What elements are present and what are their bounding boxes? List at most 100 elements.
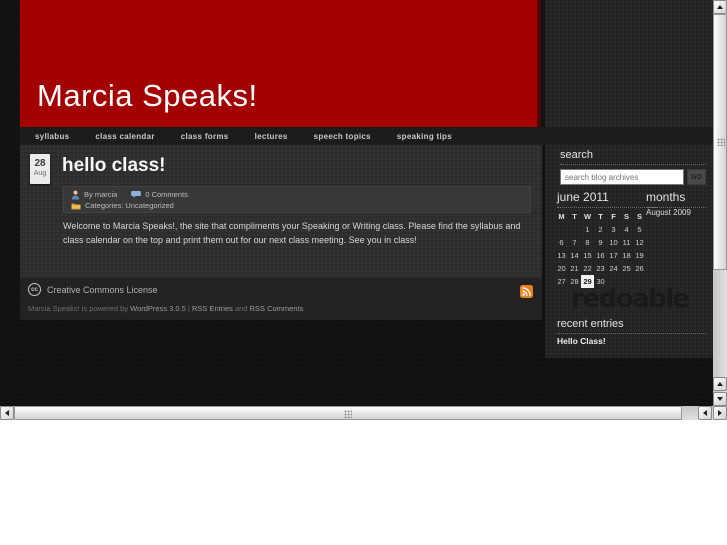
- calendar-table: M T W T F S S 1 2 3 4 5 6 7 8 9 10 11 12 13 14 15 16 17 18 19 20 21…: [555, 210, 646, 288]
- calendar-empty-cell: [568, 223, 581, 236]
- post-meta-box: By marcia 0 Comments Categories: Uncateg…: [63, 186, 531, 213]
- cc-license-label[interactable]: Creative Commons License: [47, 285, 158, 295]
- calendar-day-12[interactable]: 12: [633, 236, 646, 249]
- horizontal-scrollbar[interactable]: [0, 406, 727, 420]
- scrollbar-grip: [344, 410, 352, 418]
- calendar-day-14[interactable]: 14: [568, 249, 581, 262]
- browser-viewport: Marcia Speaks! syllabus class calendar cla…: [0, 0, 713, 406]
- nav-item-class-calendar[interactable]: class calendar: [82, 132, 167, 141]
- page-footer: cc Creative Commons License Marcia Speak…: [20, 278, 542, 320]
- down-arrow-icon: [717, 397, 723, 401]
- post-meta-row-author: By marcia 0 Comments: [71, 189, 523, 200]
- calendar-day-2[interactable]: 2: [594, 223, 607, 236]
- powered-by-line: Marcia Speaks! is powered by WordPress 3…: [28, 304, 303, 313]
- calendar-day-17[interactable]: 17: [607, 249, 620, 262]
- calendar-day-9[interactable]: 9: [594, 236, 607, 249]
- up-arrow-icon: [717, 5, 723, 9]
- recent-entry-link[interactable]: Hello Class!: [557, 336, 606, 347]
- rss-icon[interactable]: [520, 285, 533, 303]
- recent-entries-list: Hello Class!: [557, 336, 606, 347]
- vertical-scrollbar-thumb[interactable]: [713, 14, 727, 270]
- post-author-label[interactable]: By marcia: [84, 190, 117, 199]
- speech-bubble-icon: [131, 190, 142, 199]
- calendar-day-16[interactable]: 16: [594, 249, 607, 262]
- folder-icon: [71, 202, 81, 210]
- calendar-day-23[interactable]: 23: [594, 262, 607, 275]
- nav-item-speech-topics[interactable]: speech topics: [301, 132, 384, 141]
- scrollbar-grip: [717, 138, 725, 146]
- post-title[interactable]: hello class!: [62, 155, 166, 177]
- vertical-scrollbar[interactable]: [713, 0, 727, 406]
- sidebar: search GO june 2011 MTWTFSS1234567891011…: [545, 0, 713, 358]
- months-list: August 2009: [646, 207, 691, 218]
- site-header: Marcia Speaks!: [20, 0, 541, 127]
- calendar-day-5[interactable]: 5: [633, 223, 646, 236]
- scroll-down-button[interactable]: [713, 392, 727, 406]
- post-categories-label[interactable]: Categories: Uncategorized: [85, 201, 174, 210]
- post-date-day: 28: [34, 158, 46, 169]
- person-icon: [71, 190, 80, 200]
- recent-entries-heading: recent entries: [557, 318, 706, 334]
- calendar-day-header: F: [611, 212, 616, 221]
- calendar-empty-cell: [555, 223, 568, 236]
- post-date-badge: 28 Aug: [30, 154, 50, 184]
- calendar-day-18[interactable]: 18: [620, 249, 633, 262]
- calendar-day-header: M: [558, 212, 565, 221]
- scroll-right-button[interactable]: [713, 406, 727, 420]
- cc-icon: cc: [28, 283, 41, 296]
- search-input[interactable]: [560, 169, 684, 185]
- nav-item-lectures[interactable]: lectures: [242, 132, 301, 141]
- up-arrow-icon: [717, 382, 723, 386]
- calendar-day-26[interactable]: 26: [633, 262, 646, 275]
- calendar-day-8[interactable]: 8: [581, 236, 594, 249]
- post-date-month: Aug: [33, 170, 47, 177]
- calendar-day-7[interactable]: 7: [568, 236, 581, 249]
- months-heading: months: [646, 190, 706, 208]
- scroll-left-button-right[interactable]: [698, 406, 712, 420]
- left-arrow-icon: [703, 410, 707, 416]
- site-title[interactable]: Marcia Speaks!: [37, 78, 258, 114]
- calendar-day-header: T: [598, 212, 603, 221]
- nav-item-speaking-tips[interactable]: speaking tips: [384, 132, 465, 141]
- scroll-up-button[interactable]: [713, 0, 727, 14]
- calendar-day-header: T: [572, 212, 577, 221]
- months-archive-link[interactable]: August 2009: [646, 207, 691, 218]
- powered-and: and: [234, 304, 248, 313]
- main-content: 28 Aug hello class! By marcia 0 Comments: [20, 145, 542, 278]
- calendar-day-19[interactable]: 19: [633, 249, 646, 262]
- left-arrow-icon: [5, 410, 9, 416]
- search-go-button[interactable]: GO: [687, 169, 706, 185]
- calendar-day-20[interactable]: 20: [555, 262, 568, 275]
- calendar-day-24[interactable]: 24: [607, 262, 620, 275]
- post-meta-row-categories: Categories: Uncategorized: [71, 200, 523, 211]
- wordpress-link[interactable]: WordPress 3.0.5: [130, 304, 186, 313]
- search-heading: search: [560, 149, 706, 165]
- powered-separator: |: [187, 304, 190, 313]
- scroll-left-button[interactable]: [0, 406, 14, 420]
- post-body-text: Welcome to Marcia Speaks!, the site that…: [63, 221, 521, 245]
- calendar-day-25[interactable]: 25: [620, 262, 633, 275]
- calendar-day-4[interactable]: 4: [620, 223, 633, 236]
- horizontal-scrollbar-thumb[interactable]: [14, 406, 682, 420]
- calendar-day-6[interactable]: 6: [555, 236, 568, 249]
- calendar-day-22[interactable]: 22: [581, 262, 594, 275]
- calendar-day-3[interactable]: 3: [607, 223, 620, 236]
- calendar-day-10[interactable]: 10: [607, 236, 620, 249]
- nav-item-syllabus[interactable]: syllabus: [22, 132, 82, 141]
- redoable-theme-logo[interactable]: redoable: [555, 284, 705, 314]
- calendar-day-header: S: [636, 212, 642, 221]
- screenshot-canvas: Marcia Speaks! syllabus class calendar cla…: [0, 0, 727, 545]
- calendar-day-1[interactable]: 1: [581, 223, 594, 236]
- rss-comments-link[interactable]: RSS Comments: [250, 304, 304, 313]
- search-form: GO: [560, 169, 706, 185]
- nav-item-class-forms[interactable]: class forms: [168, 132, 242, 141]
- calendar-heading: june 2011: [557, 190, 657, 208]
- calendar-day-11[interactable]: 11: [620, 236, 633, 249]
- scroll-up-button-bottom[interactable]: [713, 377, 727, 391]
- calendar-day-15[interactable]: 15: [581, 249, 594, 262]
- post-comments-count[interactable]: 0 Comments: [145, 190, 188, 199]
- calendar-day-21[interactable]: 21: [568, 262, 581, 275]
- rss-entries-link[interactable]: RSS Entries: [192, 304, 233, 313]
- cc-license-row[interactable]: cc Creative Commons License: [28, 283, 158, 296]
- calendar-day-13[interactable]: 13: [555, 249, 568, 262]
